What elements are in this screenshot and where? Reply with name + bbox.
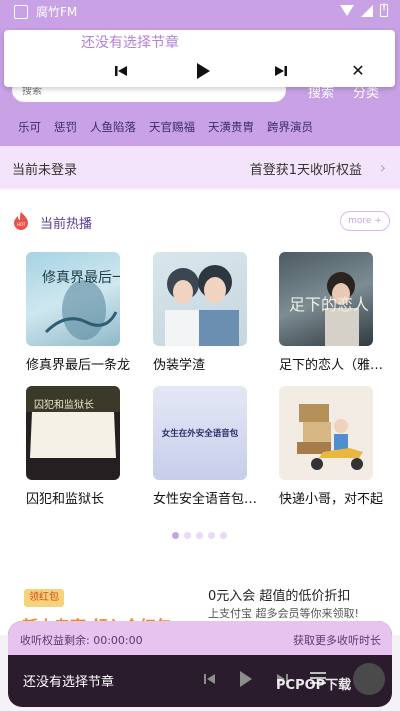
promo-title[interactable]: 0元入会 超值的低价折扣 (208, 585, 350, 604)
album-title[interactable]: 快递小哥，对不起 (279, 488, 389, 507)
album-title[interactable]: 伪装学渣 (153, 354, 263, 373)
album-title[interactable]: 足下的恋人（雅策… (279, 354, 389, 373)
tag-item[interactable]: 天官赐福 (149, 119, 195, 135)
album-cover[interactable] (279, 386, 373, 480)
floating-player[interactable]: 还没有选择节章 ✕ (4, 30, 395, 87)
album-card[interactable]: 囚犯和监狱长 囚犯和监狱长 (26, 386, 126, 507)
album-cover[interactable]: 囚犯和监狱长 (26, 386, 120, 480)
previous-icon[interactable] (114, 65, 128, 77)
close-icon[interactable]: ✕ (350, 63, 366, 79)
play-icon[interactable] (195, 62, 211, 80)
cover-art: 修真界最后一条龙 (42, 269, 120, 340)
promo-badge[interactable]: 领红包 (24, 589, 64, 607)
carousel-dot[interactable] (184, 532, 191, 539)
next-icon[interactable] (274, 65, 288, 77)
get-more-time-link[interactable]: 获取更多收听时长 (293, 632, 381, 648)
tag-item[interactable]: 惩罚 (54, 119, 77, 135)
carousel-dots[interactable] (172, 532, 227, 539)
cover-art (165, 265, 239, 346)
bottom-player[interactable]: 收听权益剩余: 00:00:00 获取更多收听时长 还没有选择节章 (8, 621, 392, 707)
album-card[interactable]: 伪装学渣 (153, 252, 253, 373)
album-cover[interactable]: 修真界最后一条龙 (26, 252, 120, 346)
player-title: 还没有选择节章 (23, 675, 115, 690)
promo-subtitle[interactable]: 上支付宝 超多会员等你来领取! (208, 605, 359, 621)
status-icons (340, 3, 388, 17)
carousel-dot[interactable] (172, 532, 179, 539)
status-app: 腐竹FM (14, 3, 77, 20)
fire-icon: HOT (14, 212, 28, 230)
album-title[interactable]: 囚犯和监狱长 (26, 488, 136, 507)
tag-list: 乐可 惩罚 人鱼陷落 天官赐福 天潢贵胄 跨界演员 (18, 119, 313, 135)
floating-player-title: 还没有选择节章 (81, 35, 179, 51)
app-notification-icon (14, 4, 28, 19)
tag-item[interactable]: 人鱼陷落 (90, 119, 136, 135)
cover-art: 足下的恋人 (289, 272, 369, 346)
section-title: 当前热播 (40, 217, 93, 232)
status-app-name: 腐竹FM (36, 5, 78, 19)
listen-remaining: 收听权益剩余: 00:00:00 (20, 634, 143, 647)
album-cover[interactable]: 女生在外安全语音包 (153, 386, 247, 480)
play-icon[interactable] (239, 670, 253, 688)
tag-item[interactable]: 乐可 (18, 119, 41, 135)
album-card[interactable]: 修真界最后一条龙 修真界最后一条龙 (26, 252, 130, 373)
signal-icon (361, 4, 373, 17)
cover-text: 囚犯和监狱长 (34, 398, 94, 411)
album-title[interactable]: 女性安全语音包（… (153, 488, 263, 507)
tag-item[interactable]: 跨界演员 (267, 119, 313, 135)
battery-icon (380, 3, 388, 17)
login-offer[interactable]: 首登获1天收听权益 (250, 159, 362, 178)
watermark: PCPOP下载 (276, 678, 352, 693)
album-card[interactable]: 女生在外安全语音包 女性安全语音包（… (153, 386, 263, 507)
album-card[interactable]: 足下的恋人 足下的恋人（雅策… (279, 252, 389, 373)
cover-art: 女生在外安全语音包 (162, 428, 239, 439)
chevron-right-icon[interactable]: › (380, 158, 386, 177)
album-title[interactable]: 修真界最后一条龙 (26, 354, 136, 373)
carousel-dot[interactable] (220, 532, 227, 539)
carousel-dot[interactable] (196, 532, 203, 539)
more-button[interactable]: more + (340, 211, 390, 231)
svg-text:HOT: HOT (17, 222, 26, 227)
tag-item[interactable]: 天潢贵胄 (208, 119, 254, 135)
login-strip[interactable]: 当前未登录 首登获1天收听权益 › (0, 146, 400, 188)
listen-rights-bar[interactable]: 收听权益剩余: 00:00:00 获取更多收听时长 (8, 621, 392, 655)
album-cover[interactable]: 足下的恋人 (279, 252, 373, 346)
status-bar: 腐竹FM (0, 0, 400, 24)
player-avatar[interactable] (353, 663, 385, 695)
login-status[interactable]: 当前未登录 (12, 159, 77, 178)
carousel-dot[interactable] (208, 532, 215, 539)
cover-text: 女生在外安全语音包 (162, 428, 239, 439)
album-cover[interactable] (153, 252, 247, 346)
album-card[interactable]: 快递小哥，对不起 (279, 386, 383, 507)
previous-icon[interactable] (203, 673, 216, 685)
cover-art (297, 404, 363, 470)
wifi-icon (340, 5, 354, 16)
cover-art: 囚犯和监狱长 (26, 386, 120, 458)
cover-text: 修真界最后一条龙 (42, 269, 120, 286)
cover-text: 足下的恋人 (289, 295, 369, 314)
